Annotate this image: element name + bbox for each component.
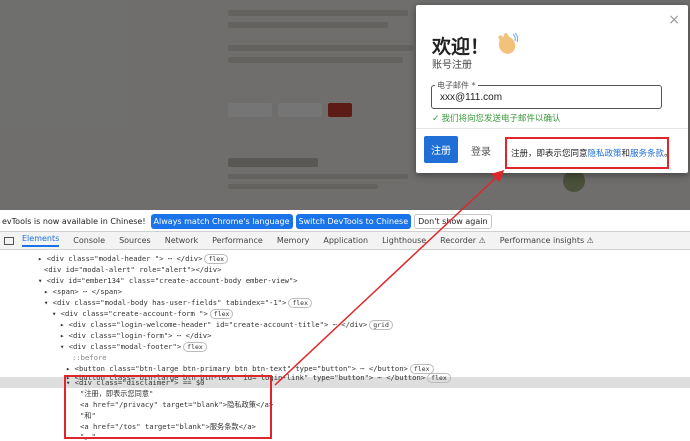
annotation-arrow [274,169,505,386]
